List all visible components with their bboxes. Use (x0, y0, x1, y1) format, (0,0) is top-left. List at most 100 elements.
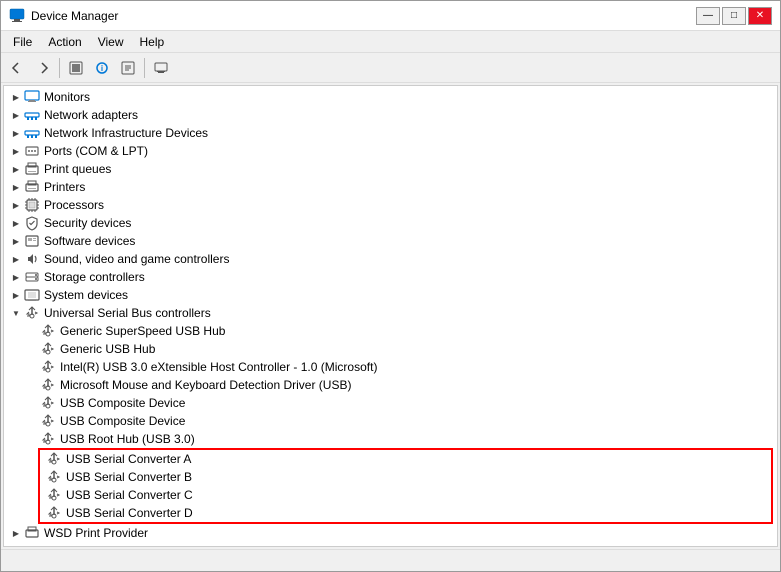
usb-controllers-label: Universal Serial Bus controllers (44, 306, 211, 320)
chevron-processors[interactable] (8, 197, 24, 213)
tree-item-usb-serial-b[interactable]: USB Serial Converter B (40, 468, 771, 486)
chevron-monitors[interactable] (8, 89, 24, 105)
usb-serial-c-icon (46, 487, 62, 503)
chevron-printers[interactable] (8, 179, 24, 195)
intel-usb-icon (40, 359, 56, 375)
processors-icon (24, 197, 40, 213)
network-infra-icon (24, 125, 40, 141)
chevron-system[interactable] (8, 287, 24, 303)
security-icon (24, 215, 40, 231)
tree-item-superspeed-hub[interactable]: Generic SuperSpeed USB Hub (4, 322, 777, 340)
status-bar (1, 549, 780, 571)
tree-item-intel-usb[interactable]: Intel(R) USB 3.0 eXtensible Host Control… (4, 358, 777, 376)
usb-serial-highlight-box: USB Serial Converter A USB Serial Conve (38, 448, 773, 524)
monitor-icon (24, 89, 40, 105)
tree-item-monitors[interactable]: Monitors (4, 88, 777, 106)
generic-hub-label: Generic USB Hub (60, 342, 155, 356)
toolbar-show-hidden[interactable] (64, 57, 88, 79)
tree-item-usb-composite-1[interactable]: USB Composite Device (4, 394, 777, 412)
chevron-ports[interactable] (8, 143, 24, 159)
tree-item-usb-serial-c[interactable]: USB Serial Converter C (40, 486, 771, 504)
toolbar-sep-1 (59, 58, 60, 78)
tree-item-ms-mouse[interactable]: Microsoft Mouse and Keyboard Detection D… (4, 376, 777, 394)
chevron-usb-controllers[interactable] (8, 305, 24, 321)
ms-mouse-label: Microsoft Mouse and Keyboard Detection D… (60, 378, 351, 392)
tree-item-storage[interactable]: Storage controllers (4, 268, 777, 286)
print-queues-label: Print queues (44, 162, 111, 176)
monitors-label: Monitors (44, 90, 90, 104)
tree-item-processors[interactable]: Processors (4, 196, 777, 214)
toolbar-forward[interactable] (31, 57, 55, 79)
network-infra-label: Network Infrastructure Devices (44, 126, 208, 140)
chevron-sound[interactable] (8, 251, 24, 267)
toolbar-sep-2 (144, 58, 145, 78)
title-left: Device Manager (9, 8, 118, 24)
maximize-button[interactable]: □ (722, 7, 746, 25)
tree-item-system[interactable]: System devices (4, 286, 777, 304)
usb-serial-b-icon (46, 469, 62, 485)
tree-item-usb-controllers[interactable]: Universal Serial Bus controllers (4, 304, 777, 322)
system-icon (24, 287, 40, 303)
toolbar-view-computer[interactable] (149, 57, 173, 79)
wsd-print-label: WSD Print Provider (44, 526, 148, 540)
usb-serial-d-icon (46, 505, 62, 521)
chevron-storage[interactable] (8, 269, 24, 285)
chevron-software[interactable] (8, 233, 24, 249)
menu-file[interactable]: File (5, 33, 40, 51)
tree-item-security[interactable]: Security devices (4, 214, 777, 232)
tree-item-software[interactable]: Software devices (4, 232, 777, 250)
usb-composite-2-icon (40, 413, 56, 429)
tree-item-generic-hub[interactable]: Generic USB Hub (4, 340, 777, 358)
close-button[interactable]: ✕ (748, 7, 772, 25)
usb-root-hub-icon (40, 431, 56, 447)
tree-item-usb-serial-a[interactable]: USB Serial Converter A (40, 450, 771, 468)
tree-item-wsd-print[interactable]: WSD Print Provider (4, 524, 777, 542)
usb-root-hub-label: USB Root Hub (USB 3.0) (60, 432, 195, 446)
superspeed-hub-icon (40, 323, 56, 339)
tree-item-sound[interactable]: Sound, video and game controllers (4, 250, 777, 268)
chevron-network-adapters[interactable] (8, 107, 24, 123)
ms-mouse-icon (40, 377, 56, 393)
superspeed-hub-label: Generic SuperSpeed USB Hub (60, 324, 225, 338)
printers-icon (24, 179, 40, 195)
system-label: System devices (44, 288, 128, 302)
usb-serial-b-label: USB Serial Converter B (66, 470, 192, 484)
title-bar: Device Manager — □ ✕ (1, 1, 780, 31)
chevron-wsd-print[interactable] (8, 525, 24, 541)
toolbar-properties[interactable]: i (90, 57, 114, 79)
tree-item-network-adapters[interactable]: Network adapters (4, 106, 777, 124)
svg-text:i: i (101, 64, 103, 73)
tree-item-printers[interactable]: Printers (4, 178, 777, 196)
tree-item-ports[interactable]: Ports (COM & LPT) (4, 142, 777, 160)
chevron-network-infra[interactable] (8, 125, 24, 141)
usb-controllers-icon (24, 305, 40, 321)
sound-icon (24, 251, 40, 267)
toolbar-update-driver[interactable] (116, 57, 140, 79)
tree-item-print-queues[interactable]: Print queues (4, 160, 777, 178)
storage-label: Storage controllers (44, 270, 145, 284)
menu-help[interactable]: Help (132, 33, 173, 51)
toolbar: i (1, 53, 780, 83)
minimize-button[interactable]: — (696, 7, 720, 25)
security-label: Security devices (44, 216, 131, 230)
menu-view[interactable]: View (90, 33, 132, 51)
sound-label: Sound, video and game controllers (44, 252, 229, 266)
printers-label: Printers (44, 180, 85, 194)
software-label: Software devices (44, 234, 135, 248)
content-area: Monitors Network adapters (1, 83, 780, 549)
network-adapters-label: Network adapters (44, 108, 138, 122)
usb-composite-2-label: USB Composite Device (60, 414, 185, 428)
menu-bar: File Action View Help (1, 31, 780, 53)
tree-item-usb-serial-d[interactable]: USB Serial Converter D (40, 504, 771, 522)
ports-icon (24, 143, 40, 159)
chevron-security[interactable] (8, 215, 24, 231)
usb-serial-d-label: USB Serial Converter D (66, 506, 193, 520)
menu-action[interactable]: Action (40, 33, 89, 51)
toolbar-back[interactable] (5, 57, 29, 79)
tree-item-usb-composite-2[interactable]: USB Composite Device (4, 412, 777, 430)
usb-serial-a-icon (46, 451, 62, 467)
tree-item-network-infra[interactable]: Network Infrastructure Devices (4, 124, 777, 142)
chevron-print-queues[interactable] (8, 161, 24, 177)
tree-item-usb-root-hub[interactable]: USB Root Hub (USB 3.0) (4, 430, 777, 448)
tree-panel[interactable]: Monitors Network adapters (3, 85, 778, 547)
